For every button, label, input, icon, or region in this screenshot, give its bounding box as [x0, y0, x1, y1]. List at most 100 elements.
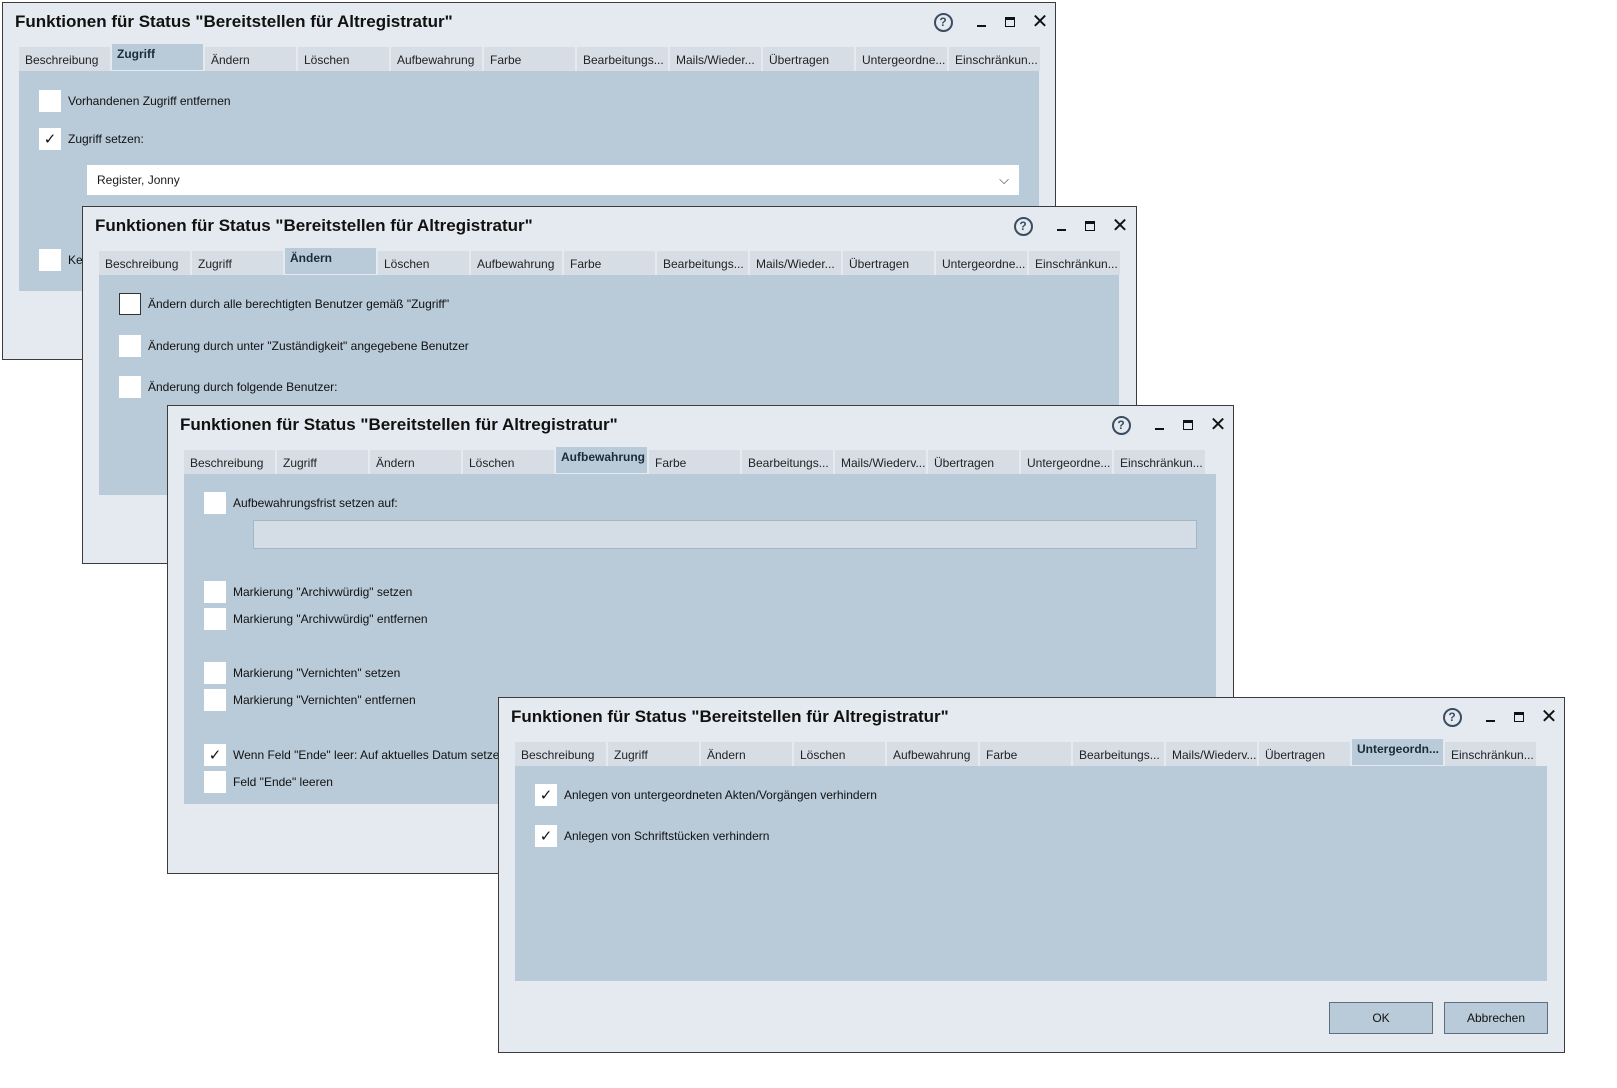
tab-uebertragen[interactable]: Übertragen: [763, 47, 854, 71]
tab-untergeordnete[interactable]: Untergeordne...: [856, 47, 947, 71]
tab-loeschen[interactable]: Löschen: [463, 450, 554, 474]
minimize-button[interactable]: [970, 11, 992, 33]
help-icon: ?: [933, 12, 953, 32]
close-button[interactable]: ✕: [1538, 706, 1560, 728]
tab-zugriff[interactable]: Zugriff: [608, 742, 699, 766]
tab-zugriff[interactable]: Zugriff: [192, 251, 283, 275]
tab-mails[interactable]: Mails/Wiederv...: [1166, 742, 1257, 766]
tab-bearbeitung[interactable]: Bearbeitungs...: [742, 450, 833, 474]
archive-set-option[interactable]: Markierung "Archivwürdig" setzen: [204, 581, 412, 603]
end-date-set-checkbox[interactable]: ✓: [204, 744, 226, 766]
set-access-option[interactable]: ✓ Zugriff setzen:: [39, 128, 144, 150]
maximize-button[interactable]: [1177, 414, 1199, 436]
tab-aufbewahrung[interactable]: Aufbewahrung: [471, 251, 562, 275]
tab-beschreibung[interactable]: Beschreibung: [184, 450, 275, 474]
close-button[interactable]: ✕: [1109, 215, 1131, 237]
end-date-clear-checkbox[interactable]: [204, 771, 226, 793]
retention-option[interactable]: Aufbewahrungsfrist setzen auf:: [204, 492, 398, 514]
tab-mails[interactable]: Mails/Wieder...: [750, 251, 841, 275]
tab-einschraenkungen[interactable]: Einschränkun...: [1445, 742, 1536, 766]
help-button[interactable]: ?: [1441, 706, 1463, 728]
dialog-title: Funktionen für Status "Bereitstellen für…: [180, 415, 618, 434]
tab-uebertragen[interactable]: Übertragen: [1259, 742, 1350, 766]
destroy-remove-checkbox[interactable]: [204, 689, 226, 711]
tab-untergeordnete[interactable]: Untergeordn...: [1352, 739, 1443, 765]
tab-farbe[interactable]: Farbe: [980, 742, 1071, 766]
help-button[interactable]: ?: [1110, 414, 1132, 436]
maximize-icon: [1085, 221, 1095, 231]
tab-einschraenkungen[interactable]: Einschränkun...: [1029, 251, 1120, 275]
tab-farbe[interactable]: Farbe: [564, 251, 655, 275]
destroy-set-option[interactable]: Markierung "Vernichten" setzen: [204, 662, 400, 684]
tab-aufbewahrung[interactable]: Aufbewahrung: [391, 47, 482, 71]
tab-aendern[interactable]: Ändern: [370, 450, 461, 474]
maximize-button[interactable]: [1508, 706, 1530, 728]
tab-untergeordnete[interactable]: Untergeordne...: [1021, 450, 1112, 474]
retention-checkbox[interactable]: [204, 492, 226, 514]
tab-mails[interactable]: Mails/Wiederv...: [835, 450, 926, 474]
prevent-documents-checkbox[interactable]: ✓: [535, 825, 557, 847]
cancel-button[interactable]: Abbrechen: [1444, 1002, 1548, 1034]
tab-zugriff[interactable]: Zugriff: [112, 44, 203, 70]
close-icon: ✕: [1111, 215, 1129, 237]
destroy-remove-option[interactable]: Markierung "Vernichten" entfernen: [204, 689, 416, 711]
minimize-button[interactable]: [1479, 706, 1501, 728]
remove-access-checkbox[interactable]: [39, 90, 61, 112]
ok-button[interactable]: OK: [1329, 1002, 1433, 1034]
user-combobox[interactable]: Register, Jonny ⌵: [87, 165, 1019, 195]
tab-bearbeitung[interactable]: Bearbeitungs...: [577, 47, 668, 71]
tab-loeschen[interactable]: Löschen: [298, 47, 389, 71]
tab-einschraenkungen[interactable]: Einschränkun...: [1114, 450, 1205, 474]
minimize-button[interactable]: [1050, 215, 1072, 237]
prevent-subfiles-checkbox[interactable]: ✓: [535, 784, 557, 806]
tab-loeschen[interactable]: Löschen: [378, 251, 469, 275]
prevent-subfiles-option[interactable]: ✓ Anlegen von untergeordneten Akten/Vorg…: [535, 784, 877, 806]
tab-uebertragen[interactable]: Übertragen: [843, 251, 934, 275]
tab-untergeordnete[interactable]: Untergeordne...: [936, 251, 1027, 275]
partial-checkbox[interactable]: [39, 249, 61, 271]
maximize-icon: [1183, 420, 1193, 430]
prevent-documents-option[interactable]: ✓ Anlegen von Schriftstücken verhindern: [535, 825, 769, 847]
tab-farbe[interactable]: Farbe: [649, 450, 740, 474]
maximize-button[interactable]: [999, 11, 1021, 33]
archive-remove-checkbox[interactable]: [204, 608, 226, 630]
end-date-set-option[interactable]: ✓ Wenn Feld "Ende" leer: Auf aktuelles D…: [204, 744, 506, 766]
tab-mails[interactable]: Mails/Wieder...: [670, 47, 761, 71]
tab-bearbeitung[interactable]: Bearbeitungs...: [1073, 742, 1164, 766]
partial-option[interactable]: Kei: [39, 249, 85, 271]
tab-uebertragen[interactable]: Übertragen: [928, 450, 1019, 474]
tab-beschreibung[interactable]: Beschreibung: [99, 251, 190, 275]
remove-access-option[interactable]: Vorhandenen Zugriff entfernen: [39, 90, 231, 112]
archive-remove-option[interactable]: Markierung "Archivwürdig" entfernen: [204, 608, 428, 630]
tab-aufbewahrung[interactable]: Aufbewahrung: [887, 742, 978, 766]
change-all-checkbox[interactable]: [119, 293, 141, 315]
destroy-set-checkbox[interactable]: [204, 662, 226, 684]
tab-aendern[interactable]: Ändern: [285, 248, 376, 274]
tab-bearbeitung[interactable]: Bearbeitungs...: [657, 251, 748, 275]
archive-set-checkbox[interactable]: [204, 581, 226, 603]
minimize-button[interactable]: [1148, 414, 1170, 436]
tab-aendern[interactable]: Ändern: [701, 742, 792, 766]
close-button[interactable]: ✕: [1207, 414, 1229, 436]
set-access-checkbox[interactable]: ✓: [39, 128, 61, 150]
change-users-option[interactable]: Änderung durch folgende Benutzer:: [119, 376, 337, 398]
maximize-icon: [1514, 712, 1524, 722]
change-all-option[interactable]: Ändern durch alle berechtigten Benutzer …: [119, 293, 449, 315]
help-button[interactable]: ?: [1012, 215, 1034, 237]
tab-farbe[interactable]: Farbe: [484, 47, 575, 71]
retention-period-input[interactable]: [253, 520, 1197, 549]
tab-loeschen[interactable]: Löschen: [794, 742, 885, 766]
change-responsible-option[interactable]: Änderung durch unter "Zuständigkeit" ang…: [119, 335, 469, 357]
change-responsible-checkbox[interactable]: [119, 335, 141, 357]
tab-aendern[interactable]: Ändern: [205, 47, 296, 71]
tab-einschraenkungen[interactable]: Einschränkun...: [949, 47, 1040, 71]
tab-aufbewahrung[interactable]: Aufbewahrung: [556, 447, 647, 473]
end-date-clear-option[interactable]: Feld "Ende" leeren: [204, 771, 333, 793]
help-button[interactable]: ?: [932, 11, 954, 33]
tab-beschreibung[interactable]: Beschreibung: [515, 742, 606, 766]
maximize-button[interactable]: [1079, 215, 1101, 237]
change-users-checkbox[interactable]: [119, 376, 141, 398]
tab-zugriff[interactable]: Zugriff: [277, 450, 368, 474]
tab-beschreibung[interactable]: Beschreibung: [19, 47, 110, 71]
close-button[interactable]: ✕: [1029, 11, 1051, 33]
